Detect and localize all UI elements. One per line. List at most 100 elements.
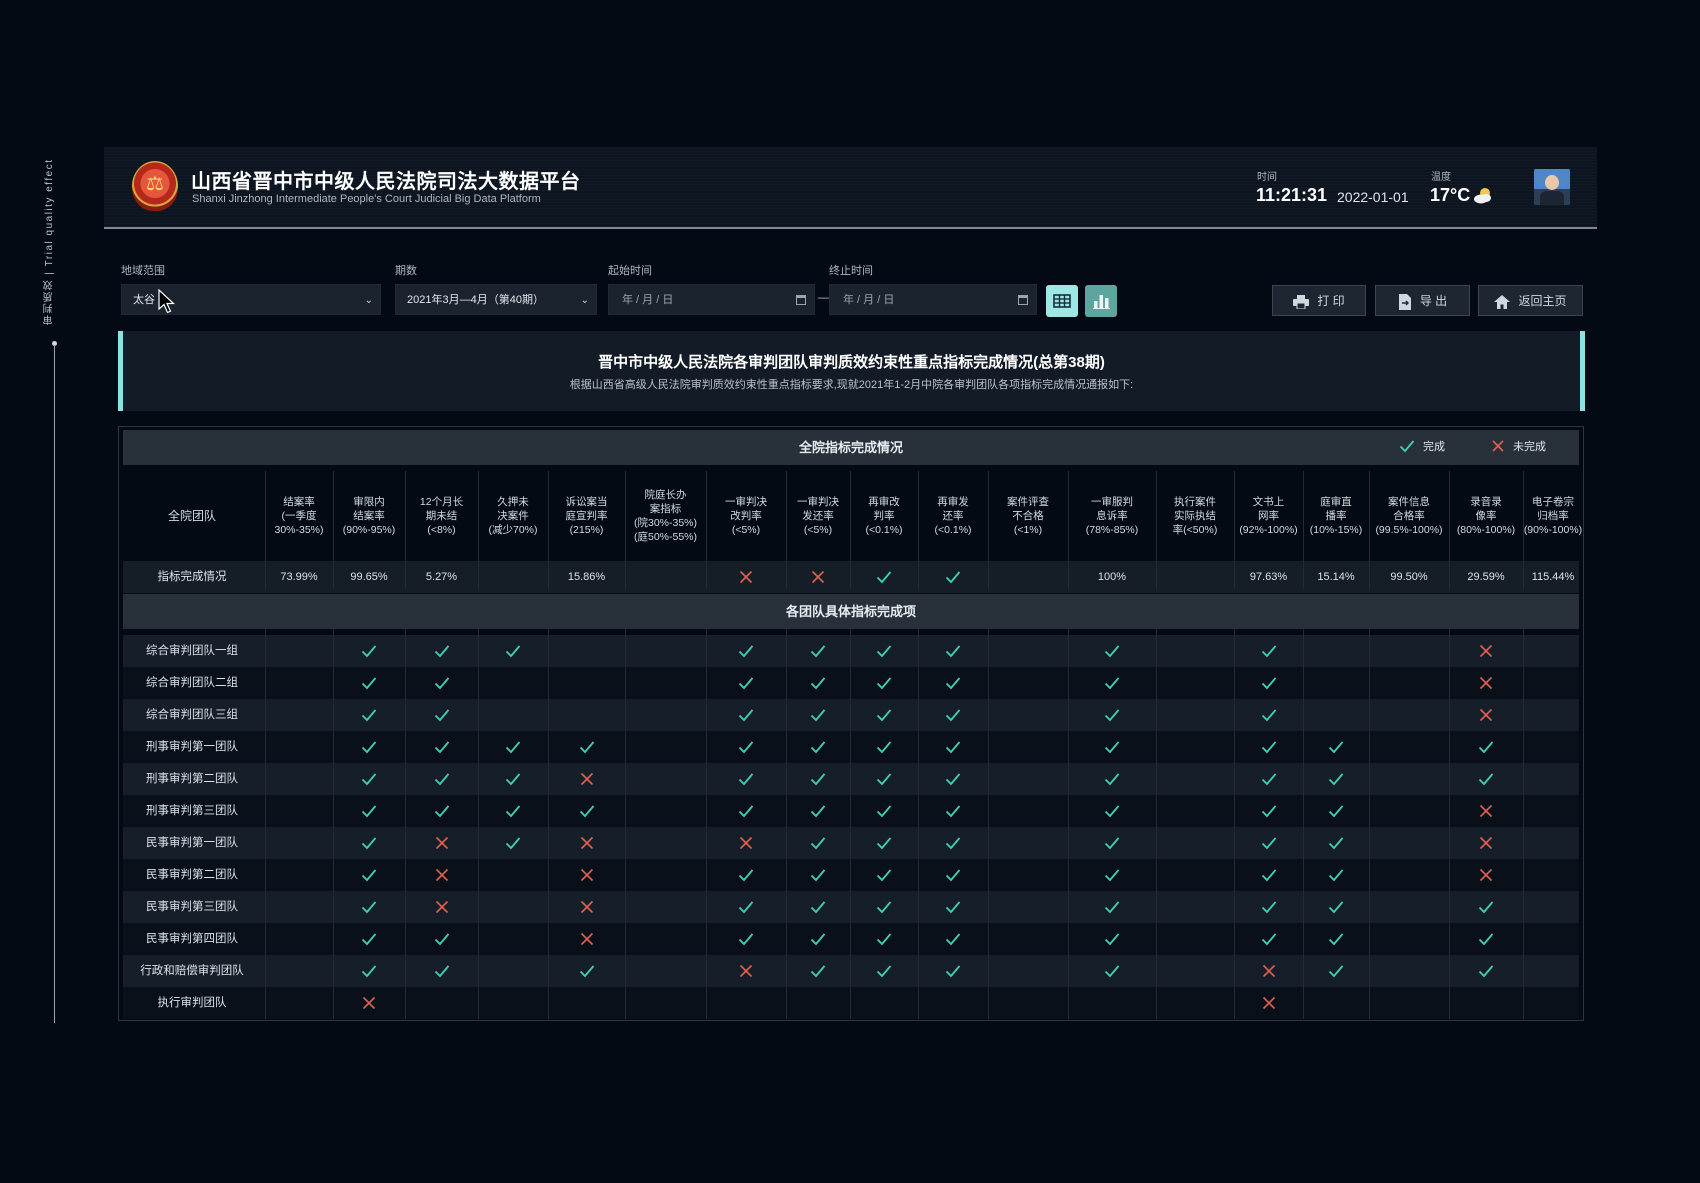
- check-icon: [876, 933, 892, 946]
- home-button[interactable]: 返回主页: [1478, 285, 1583, 316]
- column-header: 久押未 决案件 (减少70%): [488, 496, 538, 536]
- check-icon: [945, 645, 961, 658]
- column-divider: [333, 471, 334, 589]
- table-cell: [1234, 923, 1303, 955]
- row-label: 综合审判团队一组: [146, 645, 238, 657]
- cross-icon: [1479, 644, 1493, 658]
- check-icon: [1104, 901, 1120, 914]
- column-header: 再审发 还率 (<0.1%): [934, 496, 972, 536]
- report-description: 根据山西省高级人民法院审判质效约束性重点指标要求,现就2021年1-2月中院各审…: [569, 379, 1134, 391]
- calendar-icon[interactable]: [796, 295, 806, 305]
- table-cell: [405, 891, 478, 923]
- column-header: 一审判决 改判率 (<5%): [725, 496, 767, 536]
- indicator-table: 全院指标完成情况 完成 未完成 全院团队 结案率 (一季度 30%-35%) 审限…: [118, 426, 1584, 1021]
- end-date-input[interactable]: 年 / 月 / 日: [829, 284, 1037, 315]
- table-cell: [333, 827, 405, 859]
- table-cell: [478, 955, 548, 987]
- check-icon: [1261, 933, 1276, 946]
- table-cell: [1449, 699, 1523, 731]
- check-icon: [1328, 933, 1344, 946]
- check-icon: [810, 837, 826, 850]
- table-cell: [333, 699, 405, 731]
- check-icon: [1261, 837, 1276, 850]
- table-cell: [706, 763, 786, 795]
- cross-icon: [1262, 964, 1275, 978]
- table-row: 民事审判第三团队: [123, 891, 1579, 923]
- table-cell: [1523, 763, 1583, 795]
- table-cell: [786, 763, 850, 795]
- check-icon: [738, 677, 754, 690]
- table-cell: [478, 891, 548, 923]
- table-cell: [1523, 731, 1583, 763]
- period-select[interactable]: 2021年3月—4月（第40期） ⌄: [395, 284, 597, 315]
- table-cell: 73.99%: [280, 571, 318, 583]
- table-cell: [333, 795, 405, 827]
- table-cell: [988, 731, 1068, 763]
- table-cell: [548, 859, 625, 891]
- mouse-cursor-icon: [158, 289, 176, 314]
- check-icon: [876, 869, 892, 882]
- start-date-input[interactable]: 年 / 月 / 日: [608, 284, 815, 315]
- table-row: 民事审判第二团队: [123, 859, 1579, 891]
- check-icon: [1478, 901, 1494, 914]
- check-icon: [361, 805, 377, 818]
- export-button[interactable]: 导 出: [1375, 285, 1470, 316]
- section-header-teams: 各团队具体指标完成项: [123, 594, 1579, 629]
- table-cell: [850, 667, 918, 699]
- table-cell: [918, 923, 988, 955]
- cross-icon: [739, 570, 753, 584]
- column-header: 院庭长办 案指标 (院30%-35%) (庭50%-55%): [633, 489, 698, 543]
- table-cell: [786, 667, 850, 699]
- table-view-button[interactable]: [1046, 285, 1078, 317]
- cross-icon: [739, 836, 753, 850]
- table-cell: [1303, 731, 1369, 763]
- table-cell: [1449, 827, 1523, 859]
- table-cell: [333, 763, 405, 795]
- table-cell: [1449, 635, 1523, 667]
- table-row: 行政和赔偿审判团队: [123, 955, 1579, 987]
- check-icon: [738, 645, 754, 658]
- check-icon: [945, 933, 961, 946]
- table-cell: [918, 859, 988, 891]
- table-cell: [850, 561, 918, 593]
- check-icon: [1104, 805, 1120, 818]
- cross-icon: [1479, 676, 1493, 690]
- check-icon: [1261, 773, 1276, 786]
- table-cell: [625, 827, 706, 859]
- legend-undone-label: 未完成: [1513, 441, 1546, 453]
- side-label: 审判质效 | Trial quality effect: [44, 158, 55, 325]
- table-cell: [1156, 731, 1234, 763]
- table-cell: [988, 763, 1068, 795]
- print-button[interactable]: 打 印: [1272, 285, 1366, 316]
- table-cell: [405, 923, 478, 955]
- table-cell: [333, 667, 405, 699]
- column-divider: [988, 471, 989, 589]
- legend-done: 完成: [1399, 430, 1445, 465]
- column-divider: [1369, 471, 1370, 589]
- table-cell: [1303, 827, 1369, 859]
- table-cell: [786, 795, 850, 827]
- check-icon: [361, 933, 377, 946]
- table-cell: [706, 955, 786, 987]
- table-row: 刑事审判第三团队: [123, 795, 1579, 827]
- check-icon: [810, 741, 826, 754]
- table-cell: [1449, 795, 1523, 827]
- cross-icon: [1479, 868, 1493, 882]
- check-icon: [810, 805, 826, 818]
- user-avatar[interactable]: [1534, 169, 1570, 205]
- top-header: 山西省晋中市中级人民法院司法大数据平台 Shanxi Jinzhong Inte…: [104, 147, 1597, 229]
- chart-view-button[interactable]: [1085, 285, 1117, 317]
- check-icon: [434, 773, 449, 786]
- cross-icon: [435, 868, 448, 882]
- table-cell: [786, 827, 850, 859]
- table-row: 刑事审判第一团队: [123, 731, 1579, 763]
- table-cell: 99.65%: [350, 571, 388, 583]
- check-icon: [1261, 869, 1276, 882]
- column-divider: [1449, 629, 1450, 1019]
- table-cell: [1156, 635, 1234, 667]
- table-cell: [1068, 763, 1156, 795]
- end-date-placeholder: 年 / 月 / 日: [843, 294, 895, 306]
- check-icon: [1261, 709, 1276, 722]
- column-header: 案件评查 不合格 (<1%): [1007, 496, 1049, 536]
- calendar-icon[interactable]: [1018, 295, 1028, 305]
